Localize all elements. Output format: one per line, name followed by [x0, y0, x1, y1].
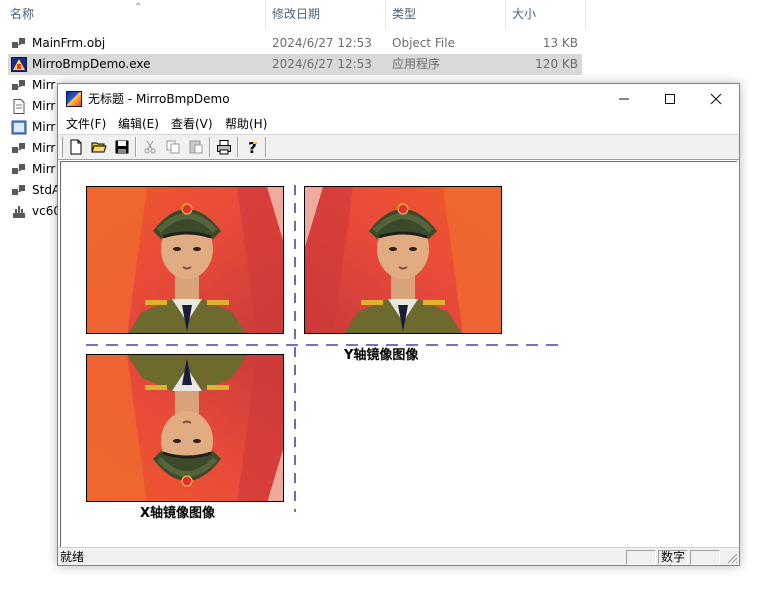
status-bar: 就绪 数字	[58, 547, 739, 565]
status-pane-num: 数字	[658, 550, 688, 565]
file-name: MainFrm.obj	[32, 36, 106, 50]
resource-file-icon	[11, 120, 27, 135]
window-title: 无标题 - MirroBmpDemo	[88, 92, 230, 106]
col-type-label: 类型	[392, 7, 417, 21]
file-type: 应用程序	[392, 57, 441, 71]
col-size-label: 大小	[512, 7, 537, 21]
y-mirror-image	[304, 186, 502, 334]
col-name[interactable]: 名称 ⌃	[4, 0, 266, 28]
x-mirror-image	[86, 354, 284, 502]
close-icon	[710, 93, 722, 105]
file-date: 2024/6/27 12:53	[272, 57, 372, 71]
file-size: 13 KB	[542, 36, 578, 50]
col-name-label: 名称	[10, 7, 35, 21]
file-row[interactable]: MirroBmpDemo.exe 2024/6/27 12:53 应用程序 120 K…	[8, 54, 582, 75]
file-name: Mirr	[32, 78, 56, 92]
copy-button[interactable]	[162, 137, 184, 157]
status-pane-caps	[626, 550, 656, 565]
original-image	[86, 186, 284, 334]
x-mirror-caption: X轴镜像图像	[140, 506, 216, 521]
file-name: MirroBmpDemo.exe	[32, 57, 151, 71]
toolbar: ?	[58, 134, 739, 160]
file-name: Mirr	[32, 162, 56, 176]
desktop: 名称 ⌃ 修改日期 类型 大小 MainFrm.obj 2024/6/27 12:…	[0, 0, 774, 592]
paste-button[interactable]	[185, 137, 207, 157]
cut-button[interactable]	[139, 137, 161, 157]
print-button[interactable]	[213, 137, 235, 157]
col-type[interactable]: 类型	[386, 0, 506, 28]
maximize-button[interactable]	[647, 84, 693, 114]
file-name: Mirr	[32, 120, 56, 134]
col-size[interactable]: 大小	[506, 0, 586, 28]
obj-file-icon	[11, 36, 27, 51]
app-icon	[66, 91, 82, 107]
toolbar-separator	[265, 137, 267, 157]
save-icon	[115, 140, 129, 154]
column-header: 名称 ⌃ 修改日期 类型 大小	[0, 0, 590, 28]
menu-bar: 文件(F) 编辑(E) 查看(V) 帮助(H)	[58, 114, 739, 134]
new-icon	[70, 139, 82, 155]
menu-view[interactable]: 查看(V)	[167, 114, 217, 134]
text-file-icon	[11, 99, 27, 114]
file-row[interactable]: MainFrm.obj 2024/6/27 12:53 Object File 13 …	[8, 33, 582, 54]
toolbar-separator	[209, 137, 211, 157]
db-file-icon	[11, 204, 27, 219]
menu-edit[interactable]: 编辑(E)	[114, 114, 163, 134]
obj-file-icon	[11, 78, 27, 93]
file-date: 2024/6/27 12:53	[272, 36, 372, 50]
close-button[interactable]	[693, 84, 739, 114]
file-name: Mirr	[32, 141, 56, 155]
status-ready: 就绪	[60, 550, 85, 564]
copy-icon	[166, 140, 180, 154]
status-pane-scroll	[690, 550, 720, 565]
help-icon: ?	[248, 139, 257, 157]
app-window: 无标题 - MirroBmpDemo 文件(F) 编辑(E) 查看(V) 帮助(…	[57, 83, 740, 566]
sort-ascending-icon: ⌃	[134, 2, 143, 13]
minimize-icon	[619, 98, 629, 100]
svg-text:?: ?	[248, 139, 257, 155]
toolbar-separator	[135, 137, 137, 157]
print-icon	[217, 140, 231, 155]
new-button[interactable]	[65, 137, 87, 157]
menu-file[interactable]: 文件(F)	[62, 114, 110, 134]
file-name: Mirr	[32, 99, 56, 113]
open-icon	[91, 142, 107, 153]
title-bar[interactable]: 无标题 - MirroBmpDemo	[58, 84, 739, 114]
open-button[interactable]	[88, 137, 110, 157]
save-button[interactable]	[111, 137, 133, 157]
minimize-button[interactable]	[601, 84, 647, 114]
file-type: Object File	[392, 36, 455, 50]
obj-file-icon	[11, 162, 27, 177]
col-date[interactable]: 修改日期	[266, 0, 386, 28]
view-area[interactable]: Y轴镜像图像 X轴镜像图像	[60, 161, 737, 547]
paste-icon	[189, 140, 203, 154]
col-date-label: 修改日期	[272, 7, 321, 21]
resize-grip-icon[interactable]	[726, 552, 738, 564]
toolbar-separator	[237, 137, 239, 157]
file-name: StdA	[32, 183, 61, 197]
y-mirror-caption: Y轴镜像图像	[344, 348, 419, 363]
exe-app-icon	[11, 57, 27, 72]
toolbar-grip[interactable]	[60, 137, 63, 157]
maximize-icon	[665, 94, 675, 104]
obj-file-icon	[11, 141, 27, 156]
menu-help[interactable]: 帮助(H)	[221, 114, 271, 134]
obj-file-icon	[11, 183, 27, 198]
file-size: 120 KB	[535, 57, 578, 71]
cut-icon	[144, 140, 156, 154]
help-button[interactable]: ?	[241, 137, 263, 157]
